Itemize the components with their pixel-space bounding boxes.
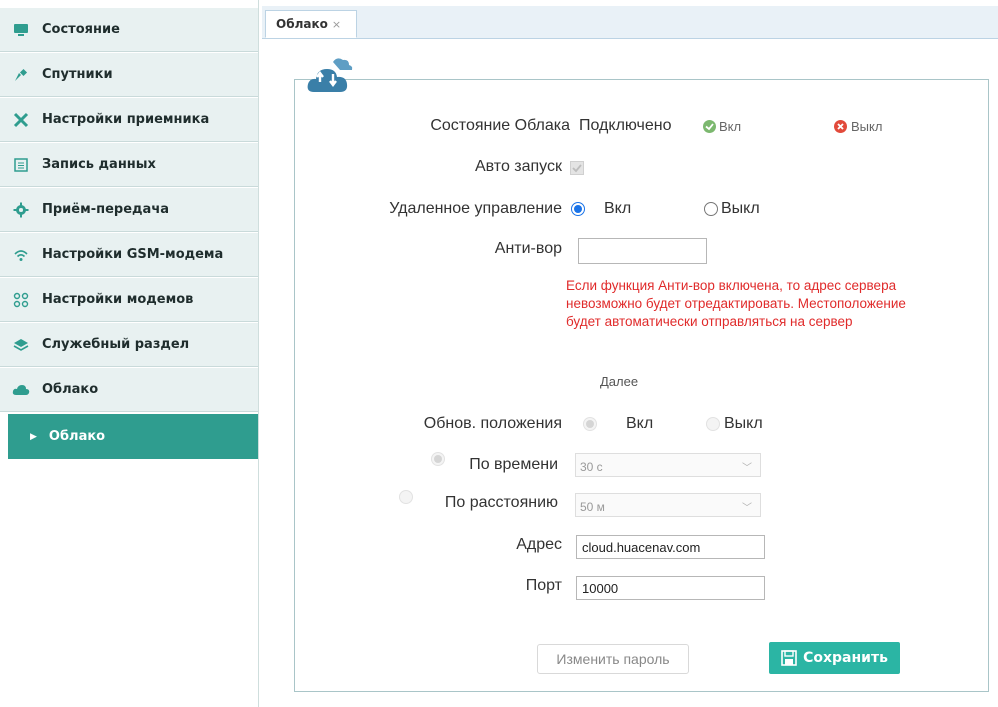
sidebar-item-label: Облако <box>42 382 99 397</box>
anti-theft-label: Анти-вор <box>494 240 562 257</box>
by-time-value: 30 с <box>580 460 603 474</box>
save-label: Сохранить <box>803 650 888 666</box>
cloud-status-value: Подключено <box>579 117 672 134</box>
chevron-down-icon: ﹀ <box>742 503 752 514</box>
sidebar-item-cloud[interactable]: Облако <box>0 368 258 412</box>
next-label[interactable]: Далее <box>600 374 638 389</box>
gear-icon <box>12 201 30 219</box>
anti-theft-input[interactable] <box>578 238 707 264</box>
remote-on-label: Вкл <box>604 200 632 217</box>
sidebar-subitem-cloud[interactable]: ▶ Облако <box>8 414 258 459</box>
cloud-status-label: Состояние Облака <box>430 117 570 134</box>
sidebar-item-label: Настройки приемника <box>42 112 210 127</box>
auto-start-label: Авто запуск <box>474 158 562 175</box>
position-update-label: Обнов. положения <box>423 415 562 432</box>
sidebar-item-label: Настройки GSM-модема <box>42 247 224 262</box>
layers-icon <box>12 336 30 354</box>
list-icon <box>12 156 30 174</box>
remote-control-off-radio[interactable] <box>704 202 718 216</box>
cloud-icon <box>12 381 30 399</box>
address-label: Адрес <box>516 536 562 553</box>
sidebar-item-label: Служебный раздел <box>42 337 190 352</box>
by-time-radio[interactable] <box>431 452 445 466</box>
sidebar-item-label: Запись данных <box>42 157 156 172</box>
cloud-on-label: Вкл <box>719 119 742 134</box>
sidebar-item-data-recording[interactable]: Запись данных <box>0 143 258 187</box>
address-input[interactable] <box>576 535 765 559</box>
position-on-label: Вкл <box>626 415 654 432</box>
by-time-label: По времени <box>469 456 558 473</box>
tools-icon <box>12 111 30 129</box>
by-distance-label: По расстоянию <box>444 494 558 511</box>
cloud-status-on-icon <box>702 119 717 139</box>
tab-cloud[interactable]: Облако × <box>265 10 357 38</box>
sidebar-item-label: Приём-передача <box>42 202 170 217</box>
position-update-on-radio[interactable] <box>583 417 597 431</box>
sidebar-subitem-label: Облако <box>48 429 106 444</box>
satellite-icon <box>12 66 30 84</box>
by-distance-radio[interactable] <box>399 490 413 504</box>
sidebar-item-transmission[interactable]: Приём-передача <box>0 188 258 232</box>
remote-control-on-radio[interactable] <box>571 202 585 216</box>
change-password-button[interactable]: Изменить пароль <box>537 644 689 674</box>
port-label: Порт <box>525 577 562 594</box>
cloud-off-label: Выкл <box>851 119 883 134</box>
anti-theft-warning: Если функция Анти-вор включена, то адрес… <box>566 278 906 329</box>
tab-bar: Облако × <box>262 6 998 39</box>
close-icon[interactable]: × <box>332 18 341 31</box>
auto-start-checkbox[interactable] <box>570 161 584 175</box>
sidebar-item-satellites[interactable]: Спутники <box>0 53 258 97</box>
chevron-down-icon: ﹀ <box>742 463 752 474</box>
chevron-right-icon: ▶ <box>30 431 37 442</box>
by-distance-select[interactable]: 50 м ﹀ <box>575 493 761 517</box>
sidebar-item-label: Настройки модемов <box>42 292 194 307</box>
by-distance-value: 50 м <box>580 500 605 514</box>
position-update-off-radio[interactable] <box>706 417 720 431</box>
port-input[interactable] <box>576 576 765 600</box>
cloud-settings-panel <box>294 79 989 692</box>
sidebar-item-service[interactable]: Служебный раздел <box>0 323 258 367</box>
position-off-label: Выкл <box>724 415 763 432</box>
sidebar-item-gsm-modem[interactable]: Настройки GSM-модема <box>0 233 258 277</box>
remote-off-label: Выкл <box>721 200 760 217</box>
cloud-logo-icon <box>306 54 354 101</box>
sidebar-item-receiver-settings[interactable]: Настройки приемника <box>0 98 258 142</box>
sidebar-item-label: Спутники <box>42 67 113 82</box>
wifi-icon <box>12 246 30 264</box>
monitor-icon <box>12 21 30 39</box>
sidebar-item-modems[interactable]: Настройки модемов <box>0 278 258 322</box>
tab-label: Облако <box>276 17 328 31</box>
sidebar-item-label: Состояние <box>42 22 120 37</box>
network-icon <box>12 291 30 309</box>
by-time-select[interactable]: 30 с ﹀ <box>575 453 761 477</box>
cloud-status-off-icon <box>833 119 848 139</box>
save-button[interactable]: Сохранить <box>769 642 900 674</box>
sidebar-item-status[interactable]: Состояние <box>0 8 258 52</box>
sidebar: Состояние Спутники Настройки приемника З… <box>0 0 259 707</box>
save-icon <box>781 650 797 666</box>
remote-control-label: Удаленное управление <box>389 200 562 217</box>
